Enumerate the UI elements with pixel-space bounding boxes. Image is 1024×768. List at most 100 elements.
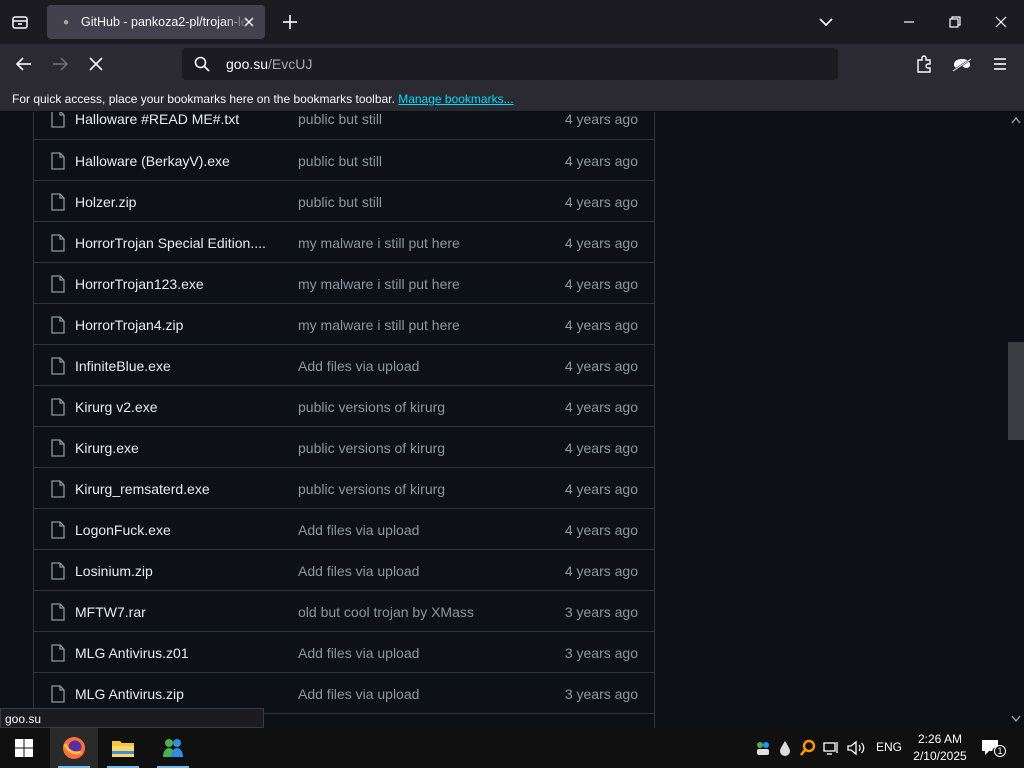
- file-icon: [51, 112, 65, 128]
- firefox-view-button[interactable]: [6, 8, 34, 36]
- private-mask-icon[interactable]: [950, 52, 974, 76]
- file-row[interactable]: Halloware #READ ME#.txt public but still 4…: [34, 112, 654, 139]
- volume-icon[interactable]: [846, 739, 866, 757]
- language-indicator[interactable]: ENG: [876, 740, 902, 754]
- address-bar[interactable]: goo.su/EvcUJ: [182, 48, 838, 80]
- file-name-link[interactable]: HorrorTrojan4.zip: [75, 317, 183, 333]
- file-row[interactable]: Holzer.zip public but still 4 years ago: [34, 180, 654, 221]
- file-name-link[interactable]: Losinium.zip: [75, 563, 153, 579]
- action-center-button[interactable]: 1: [980, 738, 1008, 760]
- close-window-icon[interactable]: [989, 10, 1013, 34]
- clock[interactable]: 2:26 AM 2/10/2025: [908, 731, 972, 765]
- taskbar-messenger[interactable]: [149, 728, 197, 768]
- network-people-icon[interactable]: [754, 739, 772, 757]
- commit-age: 3 years ago: [564, 645, 638, 661]
- file-row[interactable]: Halloware (BerkayV).exe public but still 4…: [34, 139, 654, 180]
- commit-message-link[interactable]: my malware i still put here: [298, 276, 460, 292]
- system-tray: [754, 728, 866, 768]
- restore-icon[interactable]: [943, 10, 967, 34]
- commit-age: 4 years ago: [564, 153, 638, 169]
- file-name-link[interactable]: Kirurg.exe: [75, 440, 139, 456]
- file-row[interactable]: MFTW7.rar old but cool trojan by XMass 3 y…: [34, 590, 654, 631]
- file-row[interactable]: HorrorTrojan4.zip my malware i still put …: [34, 303, 654, 344]
- file-row[interactable]: MLG Antivirus.zip Add files via upload 3 y…: [34, 672, 654, 713]
- commit-message-link[interactable]: Add files via upload: [298, 645, 419, 661]
- commit-message-link[interactable]: Add files via upload: [298, 522, 419, 538]
- new-tab-icon[interactable]: [278, 10, 302, 34]
- commit-message-link[interactable]: my malware i still put here: [298, 235, 460, 251]
- notification-count: 1: [994, 745, 1006, 757]
- commit-message-link[interactable]: Add files via upload: [298, 686, 419, 702]
- file-name-link[interactable]: Holzer.zip: [75, 194, 136, 210]
- list-all-tabs-icon[interactable]: [814, 10, 838, 34]
- commit-age: 4 years ago: [564, 563, 638, 579]
- file-name-link[interactable]: Halloware (BerkayV).exe: [75, 153, 230, 169]
- file-name-link[interactable]: MFTW7.rar: [75, 604, 146, 620]
- commit-message-link[interactable]: public but still: [298, 153, 382, 169]
- file-icon: [51, 521, 65, 539]
- file-row[interactable]: HorrorTrojan123.exe my malware i still pu…: [34, 262, 654, 303]
- desktop-screen: ● GitHub - pankoza2-pl/trojan-le goo.su/…: [0, 0, 1024, 768]
- commit-message-link[interactable]: public but still: [298, 112, 382, 127]
- scroll-down-icon[interactable]: [1011, 715, 1021, 723]
- file-row[interactable]: HorrorTrojan Special Edition.... my malwa…: [34, 221, 654, 262]
- droplet-icon[interactable]: [778, 739, 792, 757]
- back-icon[interactable]: [12, 52, 36, 76]
- scrollbar-thumb[interactable]: [1008, 342, 1024, 440]
- network-icon[interactable]: [822, 739, 840, 757]
- commit-age: 4 years ago: [564, 194, 638, 210]
- tab-title: GitHub - pankoza2-pl/trojan-le: [81, 15, 248, 29]
- menu-icon[interactable]: [988, 52, 1012, 76]
- file-icon: [51, 152, 65, 170]
- navigation-toolbar: goo.su/EvcUJ: [0, 44, 1024, 84]
- taskbar-file-explorer[interactable]: [99, 728, 147, 768]
- messenger-icon: [163, 739, 183, 757]
- file-icon: [51, 398, 65, 416]
- taskbar-firefox[interactable]: [50, 728, 98, 768]
- bookmarks-toolbar: For quick access, place your bookmarks h…: [0, 84, 1024, 112]
- minimize-icon[interactable]: [897, 10, 921, 34]
- file-icon: [51, 357, 65, 375]
- forward-icon[interactable]: [48, 52, 72, 76]
- tab-github[interactable]: ● GitHub - pankoza2-pl/trojan-le: [47, 5, 265, 39]
- extensions-icon[interactable]: [912, 52, 936, 76]
- commit-message-link[interactable]: public versions of kirurg: [298, 481, 445, 497]
- file-row[interactable]: MLG Antivirus.z01 Add files via upload 3 y…: [34, 631, 654, 672]
- file-icon: [51, 644, 65, 662]
- file-row[interactable]: Kirurg.exe public versions of kirurg 4 yea…: [34, 426, 654, 467]
- stop-loading-icon[interactable]: [84, 52, 108, 76]
- file-name-link[interactable]: LogonFuck.exe: [75, 522, 171, 538]
- file-name-link[interactable]: HorrorTrojan123.exe: [75, 276, 204, 292]
- file-row[interactable]: InfiniteBlue.exe Add files via upload 4 ye…: [34, 344, 654, 385]
- file-row[interactable]: Losinium.zip Add files via upload 4 years …: [34, 549, 654, 590]
- file-name-link[interactable]: InfiniteBlue.exe: [75, 358, 171, 374]
- file-name-link[interactable]: MLG Antivirus.z01: [75, 645, 189, 661]
- commit-age: 4 years ago: [564, 522, 638, 538]
- taskbar: ENG 2:26 AM 2/10/2025 1: [0, 728, 1024, 768]
- manage-bookmarks-link[interactable]: Manage bookmarks...: [398, 92, 513, 106]
- commit-message-link[interactable]: my malware i still put here: [298, 317, 460, 333]
- commit-message-link[interactable]: old but cool trojan by XMass: [298, 604, 474, 620]
- start-button[interactable]: [0, 728, 48, 768]
- file-name-link[interactable]: Halloware #READ ME#.txt: [75, 112, 239, 127]
- file-name-link[interactable]: HorrorTrojan Special Edition....: [75, 235, 266, 251]
- file-row[interactable]: Kirurg v2.exe public versions of kirurg 4 …: [34, 385, 654, 426]
- clock-date: 2/10/2025: [913, 749, 967, 763]
- page-scrollbar[interactable]: [1008, 112, 1024, 728]
- file-name-link[interactable]: MLG Antivirus.zip: [75, 686, 184, 702]
- search-app-icon[interactable]: [800, 739, 816, 757]
- commit-message-link[interactable]: Add files via upload: [298, 563, 419, 579]
- file-row[interactable]: LogonFuck.exe Add files via upload 4 years…: [34, 508, 654, 549]
- close-tab-icon[interactable]: [241, 14, 257, 30]
- scroll-up-icon[interactable]: [1011, 116, 1021, 124]
- file-icon: [51, 603, 65, 621]
- commit-message-link[interactable]: public versions of kirurg: [298, 440, 445, 456]
- file-name-link[interactable]: Kirurg v2.exe: [75, 399, 157, 415]
- commit-message-link[interactable]: Add files via upload: [298, 358, 419, 374]
- file-name-link[interactable]: Kirurg_remsaterd.exe: [75, 481, 210, 497]
- commit-age: 4 years ago: [564, 440, 638, 456]
- commit-message-link[interactable]: public versions of kirurg: [298, 399, 445, 415]
- commit-age: 4 years ago: [564, 358, 638, 374]
- file-row[interactable]: Kirurg_remsaterd.exe public versions of k…: [34, 467, 654, 508]
- commit-message-link[interactable]: public but still: [298, 194, 382, 210]
